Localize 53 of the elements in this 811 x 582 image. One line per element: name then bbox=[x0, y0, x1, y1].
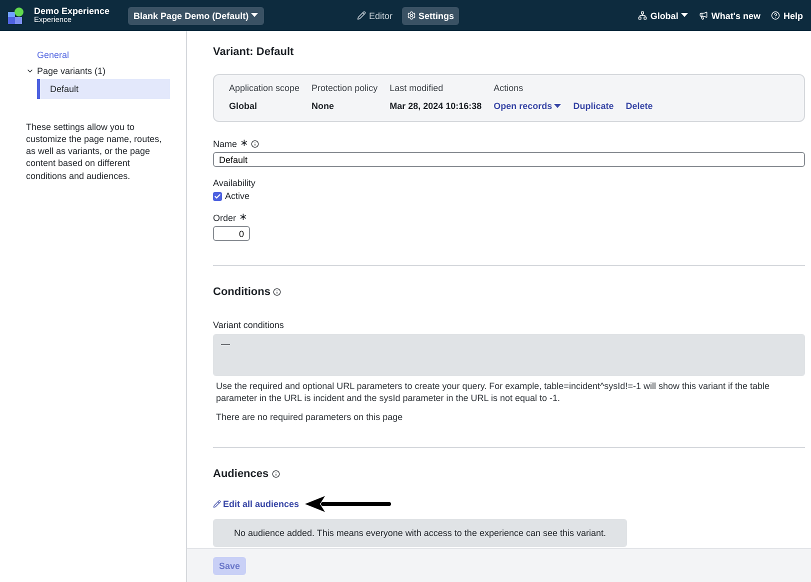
nav-item[interactable]: General bbox=[26, 47, 170, 63]
nav-item[interactable]: Page variants (1) bbox=[26, 63, 170, 79]
caret-icon bbox=[554, 104, 562, 108]
empty-audience-notice: No audience added. This means everyone with access to the experience can see this variant. bbox=[213, 519, 627, 548]
field-label: Variant conditions bbox=[213, 320, 284, 330]
info-value: Mar 28, 2024 10:16:38 bbox=[390, 101, 482, 111]
section-title: Audiences bbox=[213, 468, 269, 480]
info-label: Last modified bbox=[390, 83, 444, 93]
field-label: Availability bbox=[213, 178, 256, 188]
conditions-field[interactable]: — bbox=[213, 334, 805, 376]
info-icon bbox=[272, 470, 280, 478]
caret-icon bbox=[250, 13, 258, 18]
logo-icon bbox=[8, 7, 24, 24]
info-value: None bbox=[312, 101, 336, 111]
info-label: Application scope bbox=[229, 83, 300, 93]
info-value: Global bbox=[229, 101, 258, 111]
caret-icon bbox=[681, 13, 688, 18]
help-text: There are no required parameters on this page bbox=[215, 411, 404, 424]
edit-audiences-link[interactable]: Edit all audiences bbox=[213, 499, 300, 510]
info-icon bbox=[273, 288, 282, 296]
scope-menu[interactable]: Global bbox=[638, 10, 688, 20]
required-mark: ∗ bbox=[240, 138, 248, 149]
app-title: Demo Experience bbox=[34, 6, 110, 16]
help-link[interactable]: Help bbox=[771, 10, 803, 20]
pencil-icon bbox=[213, 500, 221, 508]
section-title: Conditions bbox=[213, 286, 270, 298]
info-icon bbox=[251, 140, 260, 148]
field-label: Name bbox=[213, 138, 238, 148]
megaphone-icon bbox=[699, 11, 708, 20]
settings-description: These settings allow you to customize the page name, routes, as well as variants, or the page content based on different conditions and audiences. bbox=[26, 121, 163, 182]
nav-item[interactable]: Default bbox=[37, 79, 170, 99]
name-field[interactable]: Default bbox=[213, 152, 805, 167]
pencil-icon bbox=[356, 11, 366, 20]
checkbox[interactable] bbox=[213, 192, 222, 200]
checkbox-label: Active bbox=[225, 191, 250, 201]
action-link[interactable]: Delete bbox=[626, 101, 653, 111]
help-icon bbox=[771, 11, 780, 20]
order-field[interactable]: 0 bbox=[213, 226, 250, 241]
tab[interactable]: Editor bbox=[352, 6, 398, 24]
page-selector[interactable]: Blank Page Demo (Default) bbox=[128, 6, 264, 24]
dropdown-link[interactable]: Open records bbox=[494, 101, 562, 111]
whats-new-link[interactable]: What's new bbox=[699, 10, 760, 20]
tab[interactable]: Settings bbox=[402, 6, 460, 24]
variant-title: Variant: Default bbox=[213, 46, 295, 58]
hierarchy-icon bbox=[638, 11, 648, 20]
info-label: Protection policy bbox=[312, 83, 378, 93]
help-text: Use the required and optional URL parameters to create your query. For example, table=incident^sysId!=-1 will show this variant if the table parameter in the URL is incident and the sysId parameter in the URL is not equal to -1. bbox=[215, 380, 771, 404]
field-label: Order bbox=[213, 212, 236, 222]
required-mark: ∗ bbox=[239, 212, 248, 223]
settings-icon bbox=[406, 11, 416, 20]
chevron-icon bbox=[26, 67, 34, 75]
action-link[interactable]: Duplicate bbox=[573, 101, 614, 111]
info-label: Actions bbox=[494, 83, 524, 93]
